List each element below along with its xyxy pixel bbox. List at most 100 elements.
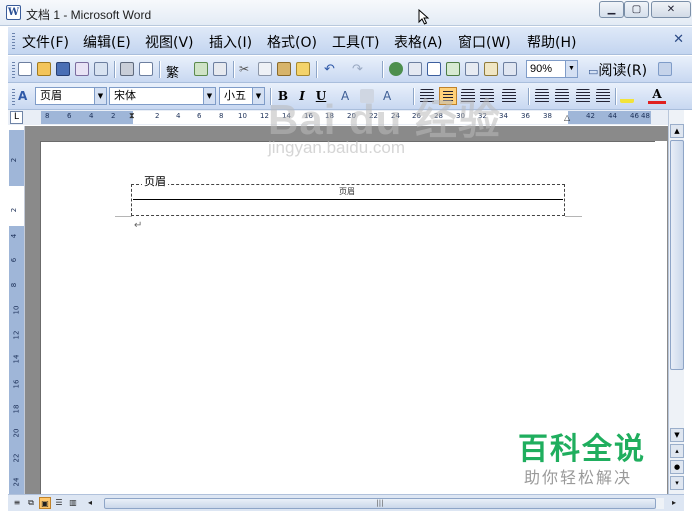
cut-icon[interactable]: ✂ — [239, 62, 253, 76]
font-color-button[interactable]: A — [648, 87, 666, 104]
print-preview-icon[interactable] — [139, 62, 153, 76]
paste-icon[interactable] — [277, 62, 291, 76]
font-size-select[interactable]: 小五 ▼ — [219, 87, 265, 105]
chevron-down-icon[interactable]: ▼ — [565, 61, 577, 77]
vruler-number: 2 — [10, 157, 19, 163]
bullets-icon[interactable] — [555, 89, 569, 103]
toolbar-options-icon[interactable] — [658, 62, 672, 76]
maximize-button[interactable]: ▢ — [624, 1, 649, 18]
tab-selector-icon[interactable]: L — [10, 111, 23, 124]
menu-format[interactable]: 格式(O) — [267, 32, 317, 52]
ruler-number: 6 — [67, 112, 72, 120]
right-indent-marker-icon[interactable]: △ — [564, 113, 570, 122]
vertical-scroll-thumb[interactable] — [670, 140, 684, 370]
menu-grip-icon[interactable] — [12, 33, 15, 49]
new-document-icon[interactable] — [18, 62, 32, 76]
decrease-indent-icon[interactable] — [576, 89, 590, 103]
traditional-chinese-button[interactable]: 繁 — [166, 62, 190, 81]
chevron-down-icon[interactable]: ▼ — [252, 88, 264, 104]
view-bar: ≡ ⧉ ▣ ☰ ▥ ◂ ||| ▸ — [8, 494, 684, 511]
standard-toolbar: 繁 ✂ ↶ ↷ 90% ▼ ▭阅读(R) — [8, 56, 692, 83]
zoom-select[interactable]: 90% ▼ — [526, 60, 578, 78]
research-icon[interactable] — [213, 62, 227, 76]
menu-view[interactable]: 视图(V) — [145, 32, 194, 52]
increase-indent-icon[interactable] — [596, 89, 610, 103]
vruler-number: 22 — [12, 453, 21, 463]
menu-window[interactable]: 窗口(W) — [458, 32, 511, 52]
insert-table-icon[interactable] — [427, 62, 441, 76]
ruler-number: 44 — [608, 112, 617, 120]
font-select[interactable]: 宋体 ▼ — [109, 87, 216, 105]
menu-file[interactable]: 文件(F) — [22, 32, 69, 52]
ruler-number: 8 — [219, 112, 224, 120]
scroll-up-icon[interactable]: ▲ — [670, 124, 684, 138]
toolbar-grip-icon[interactable] — [12, 62, 15, 78]
separator — [382, 61, 383, 78]
copy-icon[interactable] — [258, 62, 272, 76]
read-button[interactable]: ▭阅读(R) — [588, 60, 647, 80]
chevron-down-icon[interactable]: ▼ — [203, 88, 215, 104]
window-title: 文档 1 - Microsoft Word — [26, 8, 152, 22]
ruler-number: 4 — [176, 112, 181, 120]
word-app-icon[interactable]: W — [6, 5, 21, 20]
insert-excel-icon[interactable] — [446, 62, 460, 76]
outline-view-icon[interactable]: ☰ — [53, 497, 65, 509]
toolbar-grip-icon[interactable] — [12, 89, 15, 105]
vruler-number: 6 — [10, 257, 19, 263]
web-layout-icon[interactable]: ⧉ — [25, 497, 37, 509]
redo-icon[interactable]: ↷ — [352, 62, 366, 77]
scroll-right-icon[interactable]: ▸ — [668, 497, 680, 509]
close-window-button[interactable]: ✕ — [651, 1, 691, 18]
open-folder-icon[interactable] — [37, 62, 51, 76]
indent-marker-icon[interactable]: ⧗ — [129, 111, 135, 121]
print-icon[interactable] — [120, 62, 134, 76]
drawing-icon[interactable] — [484, 62, 498, 76]
menu-insert[interactable]: 插入(I) — [209, 32, 252, 52]
vruler-number: 2 — [10, 207, 19, 213]
watermark-url: jingyan.baidu.com — [268, 138, 406, 157]
permission-icon[interactable] — [75, 62, 89, 76]
columns-icon[interactable] — [465, 62, 479, 76]
scroll-down-icon[interactable]: ▼ — [670, 428, 684, 442]
email-icon[interactable] — [94, 62, 108, 76]
document-map-icon[interactable] — [503, 62, 517, 76]
font-size-value: 小五 — [224, 89, 246, 102]
undo-icon[interactable]: ↶ — [324, 62, 338, 77]
save-icon[interactable] — [56, 62, 70, 76]
menu-tools[interactable]: 工具(T) — [332, 32, 379, 52]
vruler-number: 4 — [10, 233, 19, 239]
line-spacing-icon[interactable] — [502, 89, 516, 103]
menu-edit[interactable]: 编辑(E) — [83, 32, 131, 52]
ruler-number: 2 — [155, 112, 160, 120]
menu-help[interactable]: 帮助(H) — [527, 32, 576, 52]
browse-object-icon[interactable]: ● — [670, 460, 684, 474]
document-close-icon[interactable]: ✕ — [673, 32, 684, 47]
menu-table[interactable]: 表格(A) — [394, 32, 443, 52]
format-painter-icon[interactable] — [296, 62, 310, 76]
horizontal-scroll-thumb[interactable]: ||| — [104, 498, 656, 509]
highlight-icon[interactable] — [620, 89, 634, 103]
reading-layout-icon[interactable]: ▥ — [67, 497, 79, 509]
hyperlink-icon[interactable] — [389, 62, 403, 76]
horizontal-scrollbar[interactable]: ||| — [104, 498, 664, 509]
logo-title: 百科全说 — [518, 432, 646, 467]
print-layout-icon[interactable]: ▣ — [39, 497, 51, 509]
next-page-icon[interactable]: ▾ — [670, 476, 684, 490]
vertical-ruler[interactable]: 2 2 4 6 8 10 12 14 16 18 20 22 24 — [8, 126, 25, 494]
ruler-number: 10 — [238, 112, 247, 120]
header-text[interactable]: 页眉 — [339, 186, 355, 197]
normal-view-icon[interactable]: ≡ — [11, 497, 23, 509]
chevron-down-icon[interactable]: ▼ — [94, 88, 106, 104]
separator — [114, 61, 115, 78]
vertical-scrollbar[interactable]: ▲ ▼ ▴ ● ▾ — [668, 110, 684, 494]
margin-corner-mark — [115, 216, 132, 217]
spelling-icon[interactable] — [194, 62, 208, 76]
previous-page-icon[interactable]: ▴ — [670, 444, 684, 458]
minimize-button[interactable]: ▁ — [599, 1, 624, 18]
tables-borders-icon[interactable] — [408, 62, 422, 76]
scroll-left-icon[interactable]: ◂ — [84, 497, 96, 509]
title-bar: W 文档 1 - Microsoft Word ▁ ▢ ✕ — [0, 0, 692, 26]
styles-formatting-icon[interactable]: A — [18, 89, 32, 103]
numbering-icon[interactable] — [535, 89, 549, 103]
style-select[interactable]: 页眉 ▼ — [35, 87, 107, 105]
